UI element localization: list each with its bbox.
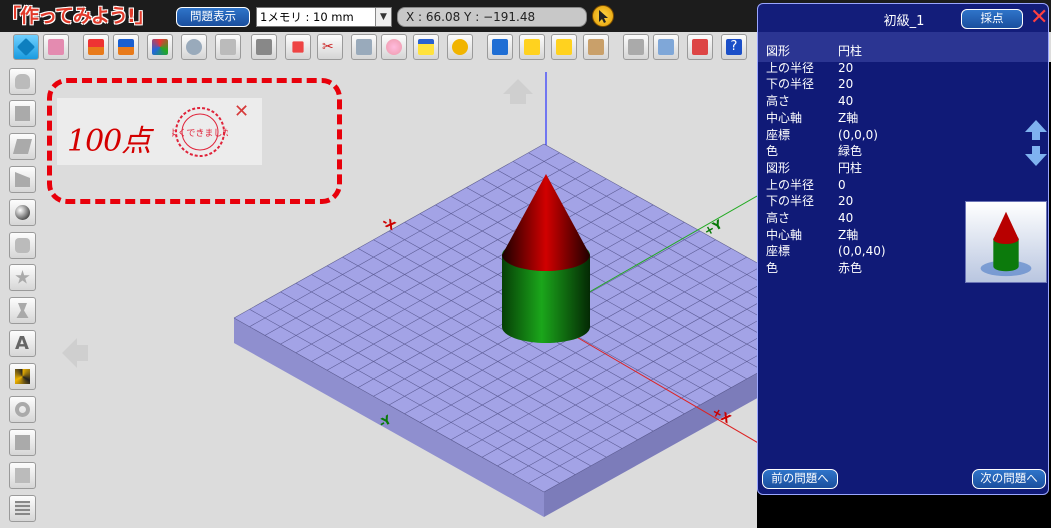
spec-row: 高さ 40	[766, 211, 854, 226]
copy-icon[interactable]	[351, 34, 377, 60]
target-preview-image	[965, 201, 1047, 283]
prev-question-button[interactable]: 前の問題へ	[762, 469, 838, 489]
camera-icon[interactable]	[653, 34, 679, 60]
app-logo: 「作ってみよう!」	[2, 2, 170, 30]
close-icon[interactable]: ✕	[1030, 5, 1048, 30]
material-icon[interactable]	[9, 363, 36, 390]
brush-icon[interactable]	[583, 34, 609, 60]
spec-row: 中心軸 Z軸	[766, 110, 859, 125]
expand-icon[interactable]	[285, 34, 311, 60]
spec-row: 中心軸 Z軸	[766, 227, 859, 242]
nav-up-arrow-icon[interactable]	[503, 79, 533, 104]
spec-row: 図形 円柱	[766, 160, 863, 175]
scale-select[interactable]: 1メモリ : 10 mm ▼	[256, 7, 392, 27]
spring-shape-icon[interactable]	[9, 495, 36, 522]
cylinder-shape-icon[interactable]	[9, 68, 36, 95]
stop-icon[interactable]	[487, 34, 513, 60]
show-question-button[interactable]: 問題表示	[176, 7, 250, 27]
scale-select-value: 1メモリ : 10 mm	[260, 10, 354, 24]
palette-icon[interactable]	[381, 34, 407, 60]
pointer-mode-button[interactable]	[592, 5, 614, 27]
grade-button[interactable]: 採点	[961, 9, 1023, 29]
cursor-icon	[599, 10, 608, 23]
scissors-icon[interactable]: ✂	[317, 34, 343, 60]
ring-shape-icon[interactable]	[9, 396, 36, 423]
ruler-icon[interactable]	[413, 34, 439, 60]
spec-row: 色赤色	[766, 261, 863, 276]
walker-icon[interactable]	[623, 34, 649, 60]
coordinate-readout: X : 66.08 Y : −191.48	[397, 7, 587, 27]
question-panel: 初級_1 採点 ✕ 図形 円柱 上の半径 20 下の半径 20 高さ 40 中心軸 Z軸 …	[757, 3, 1049, 495]
box-shape-icon[interactable]	[9, 133, 36, 160]
arrow-right-icon[interactable]	[551, 34, 577, 60]
spec-row: 座標 (0,0,40)	[766, 244, 886, 259]
sphere-shape-icon[interactable]	[9, 199, 36, 226]
view-3d-icon[interactable]	[13, 34, 39, 60]
nav-left-arrow-icon[interactable]	[62, 338, 88, 368]
spec-row: 図形 円柱	[766, 44, 863, 58]
move-icon[interactable]	[147, 34, 173, 60]
spec-row: 上の半径 0	[766, 177, 846, 192]
wedge-shape-icon[interactable]	[9, 166, 36, 193]
group-shape-icon[interactable]	[9, 462, 36, 489]
spec-row: 高さ 40	[766, 94, 854, 109]
import-icon[interactable]	[83, 34, 109, 60]
print-icon[interactable]	[687, 34, 713, 60]
vertical-scroll-arrows-icon[interactable]	[1021, 118, 1051, 168]
spec-row: 下の半径 20	[766, 194, 854, 209]
next-question-button[interactable]: 次の問題へ	[972, 469, 1046, 489]
chevron-down-icon[interactable]: ▼	[375, 8, 391, 26]
score-highlight-frame	[47, 78, 342, 204]
lathe-shape-icon[interactable]	[9, 297, 36, 324]
cube-shape-icon[interactable]	[9, 100, 36, 127]
text-shape-icon[interactable]: A	[9, 330, 36, 357]
cube-pink-icon[interactable]	[43, 34, 69, 60]
gear-icon[interactable]	[447, 34, 473, 60]
polyhedron-shape-icon[interactable]	[9, 429, 36, 456]
spec-row: 色緑色	[766, 144, 863, 159]
arrow-left-icon[interactable]	[519, 34, 545, 60]
tube-shape-icon[interactable]	[9, 232, 36, 259]
spec-row: 上の半径 20	[766, 60, 854, 75]
shape-toolbar: A	[0, 62, 44, 528]
rotate-icon[interactable]	[181, 34, 207, 60]
export-icon[interactable]	[113, 34, 139, 60]
star-shape-icon[interactable]	[9, 264, 36, 291]
stack-icon[interactable]	[251, 34, 277, 60]
place-icon[interactable]	[215, 34, 241, 60]
spec-row: 座標 (0,0,0)	[766, 127, 878, 142]
spec-row: 下の半径 20	[766, 77, 854, 92]
spec-list: 図形 円柱 上の半径 20 下の半径 20 高さ 40 中心軸 Z軸 座標 (0,0,0) …	[766, 43, 886, 277]
help-icon[interactable]: ?	[721, 34, 747, 60]
app-logo-text: 「作ってみよう!」	[2, 5, 154, 27]
